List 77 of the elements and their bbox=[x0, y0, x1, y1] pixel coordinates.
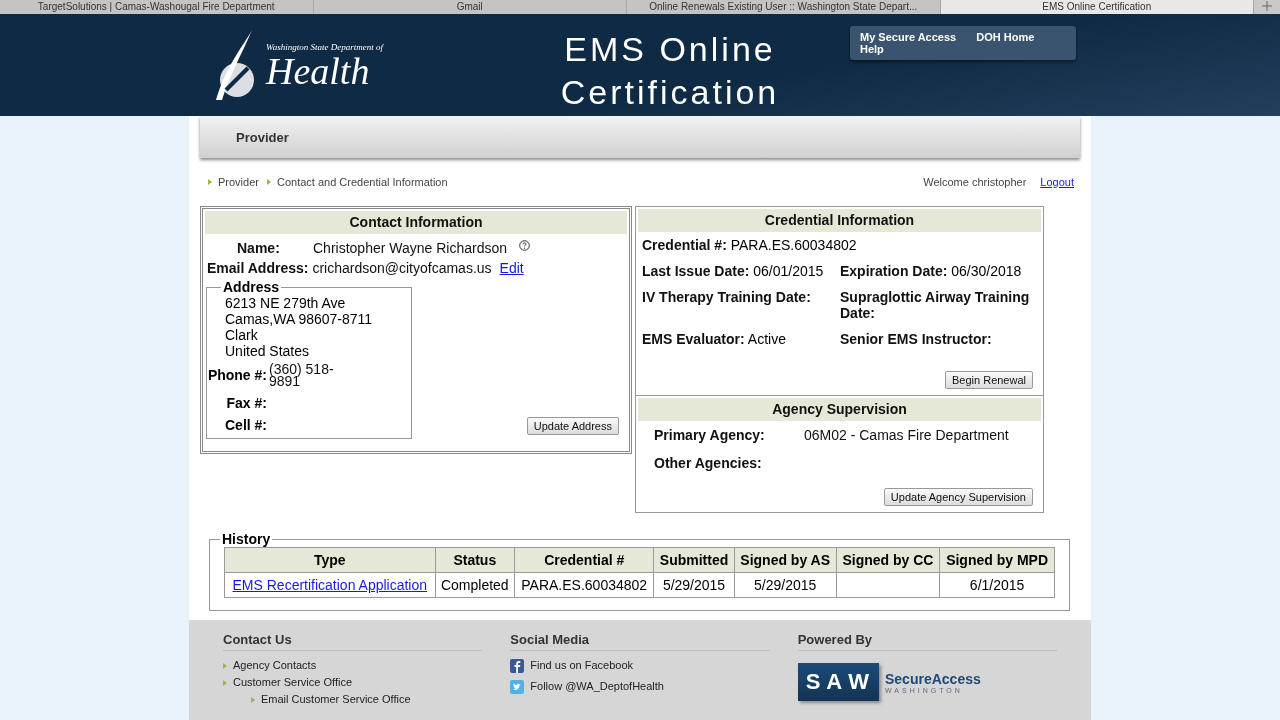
table-cell: 6/1/2015 bbox=[939, 572, 1055, 598]
footer-link[interactable]: Find us on Facebook bbox=[530, 657, 634, 674]
address-line: Camas,WA 98607-8711 bbox=[225, 311, 374, 327]
field-label: Phone #: bbox=[207, 366, 267, 385]
site-title: EMS Online bbox=[564, 29, 776, 70]
logout-link[interactable]: Logout bbox=[1040, 176, 1074, 188]
agency-value: 06M02 - Camas Fire Department bbox=[804, 427, 1010, 443]
field-label: Name: bbox=[237, 240, 281, 256]
facebook-icon bbox=[510, 658, 525, 673]
credential-field: Supraglottic Airway Training Date: bbox=[840, 289, 1037, 321]
address-line: 6213 NE 279th Ave bbox=[225, 295, 347, 311]
site-title: Certification bbox=[560, 72, 780, 113]
phone-value: (360) 518-9891 bbox=[269, 363, 335, 387]
field-label: Email Address: bbox=[207, 260, 309, 276]
column-header: Status bbox=[435, 547, 515, 573]
breadcrumb-link[interactable]: Provider bbox=[218, 176, 259, 188]
footer-link[interactable]: Customer Service Office bbox=[233, 674, 352, 691]
browser-tab[interactable]: TargetSolutions | Camas-Washougal Fire Department bbox=[0, 0, 314, 14]
column-header: Submitted bbox=[653, 547, 735, 573]
footer-link[interactable]: Follow @WA_DeptofHealth bbox=[530, 678, 664, 695]
begin-renewal-button[interactable]: Begin Renewal bbox=[945, 371, 1033, 389]
panel-heading: Contact Information bbox=[205, 211, 627, 234]
help-icon[interactable] bbox=[519, 240, 530, 251]
bullet-icon bbox=[251, 696, 255, 703]
breadcrumb-arrow-icon bbox=[208, 179, 212, 185]
logo-wordmark: SecureAccess bbox=[885, 670, 981, 687]
saw-logo: S A W bbox=[797, 663, 879, 701]
column-header: Signed by MPD bbox=[939, 547, 1055, 573]
header-link[interactable]: Help bbox=[860, 43, 884, 55]
credential-field: Credential #: PARA.ES.60034802 bbox=[642, 237, 1037, 253]
column-header: Signed by CC bbox=[836, 547, 940, 573]
table-cell: Completed bbox=[435, 572, 515, 598]
table-cell: 5/29/2015 bbox=[653, 572, 735, 598]
credential-field: EMS Evaluator: Active bbox=[642, 331, 840, 347]
header-link[interactable]: DOH Home bbox=[976, 31, 1035, 43]
email-value: crichardson@cityofcamas.us bbox=[312, 260, 492, 276]
logo-wordmark: Health bbox=[266, 52, 370, 90]
address-legend: Address bbox=[221, 279, 282, 295]
header-link[interactable]: My Secure Access bbox=[860, 31, 957, 43]
field-label: Other Agencies: bbox=[654, 455, 763, 471]
breadcrumb-arrow-icon bbox=[266, 179, 271, 185]
table-cell: 5/29/2015 bbox=[734, 572, 837, 598]
name-value: Christopher Wayne Richardson bbox=[313, 240, 507, 256]
address-line: United States bbox=[225, 343, 311, 359]
footer-heading: Social Media bbox=[510, 632, 770, 651]
history-legend: History bbox=[220, 531, 273, 547]
bullet-icon bbox=[223, 679, 227, 686]
field-label: Cell #: bbox=[224, 416, 267, 431]
update-address-button[interactable]: Update Address bbox=[526, 417, 619, 435]
bullet-icon bbox=[223, 662, 227, 669]
logo-subtitle: Washington State Department of bbox=[266, 42, 383, 52]
footer-heading: Contact Us bbox=[223, 632, 483, 651]
credential-field: Last Issue Date: 06/01/2015 bbox=[642, 263, 840, 279]
credential-field: IV Therapy Training Date: bbox=[642, 289, 840, 321]
footer-link[interactable]: Agency Contacts bbox=[233, 657, 317, 674]
panel-heading: Credential Information bbox=[638, 209, 1041, 232]
credential-field: Senior EMS Instructor: bbox=[840, 331, 1037, 347]
browser-tab[interactable]: Online Renewals Existing User :: Washington State Depart... bbox=[627, 0, 941, 14]
panel-heading: Agency Supervision bbox=[638, 398, 1041, 421]
column-header: Type bbox=[224, 547, 436, 573]
update-agency-button[interactable]: Update Agency Supervision bbox=[883, 488, 1033, 506]
table-cell: PARA.ES.60034802 bbox=[514, 572, 654, 598]
field-label: Primary Agency: bbox=[654, 427, 766, 443]
edit-link[interactable]: Edit bbox=[499, 260, 524, 276]
footer-heading: Powered By bbox=[797, 632, 1057, 651]
field-label: Fax #: bbox=[225, 394, 267, 409]
credential-field: Expiration Date: 06/30/2018 bbox=[840, 263, 1037, 279]
browser-tab[interactable]: EMS Online Certification bbox=[940, 0, 1254, 14]
bird-icon bbox=[510, 679, 525, 694]
nav-tab[interactable]: Provider bbox=[236, 129, 289, 145]
address-line: Clark bbox=[225, 327, 259, 343]
column-header: Credential # bbox=[514, 547, 654, 573]
column-header: Signed by AS bbox=[734, 547, 837, 573]
breadcrumb-link[interactable]: Contact and Credential Information bbox=[276, 176, 448, 188]
browser-tab[interactable]: Gmail bbox=[313, 0, 627, 14]
footer-link[interactable]: Email Customer Service Office bbox=[261, 691, 411, 708]
welcome-text: Welcome christopher bbox=[923, 176, 1027, 188]
